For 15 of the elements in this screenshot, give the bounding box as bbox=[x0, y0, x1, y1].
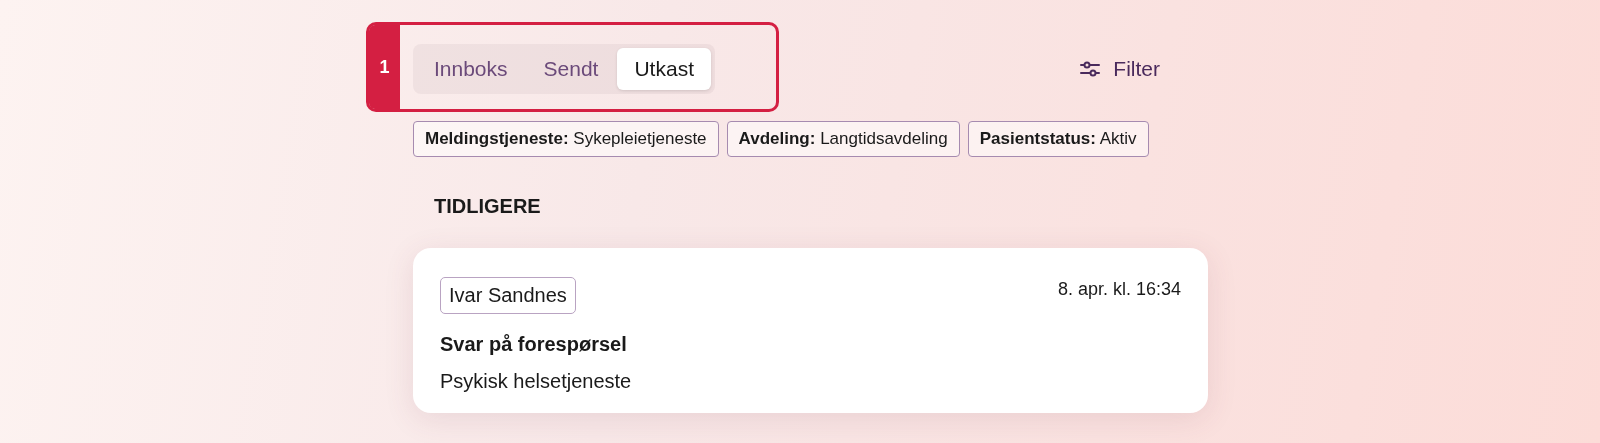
message-card[interactable]: Ivar Sandnes 8. apr. kl. 16:34 Svar på forespørsel Psykisk helsetjeneste bbox=[413, 248, 1208, 413]
sliders-icon bbox=[1079, 59, 1102, 79]
tab[interactable]: Innboks bbox=[417, 48, 525, 90]
message-subject: Svar på forespørsel bbox=[440, 333, 628, 356]
section-heading: TIDLIGERE bbox=[434, 195, 541, 218]
filter-tag: Pasientstatus: Aktiv bbox=[967, 121, 1149, 157]
message-service: Psykisk helsetjeneste bbox=[440, 370, 633, 393]
filter-tag: Meldingstjeneste: Sykepleietjeneste bbox=[413, 121, 719, 157]
message-time: 8. apr. kl. 16:34 bbox=[1057, 279, 1181, 300]
tab[interactable]: Utkast bbox=[617, 48, 711, 90]
filter-tag: Avdeling: Langtidsavdeling bbox=[726, 121, 960, 157]
filter-button[interactable]: Filter bbox=[1079, 51, 1160, 87]
tab[interactable]: Sendt bbox=[526, 48, 616, 90]
sender-tag: Ivar Sandnes bbox=[440, 277, 576, 314]
annotation-label: 1 bbox=[369, 25, 400, 109]
